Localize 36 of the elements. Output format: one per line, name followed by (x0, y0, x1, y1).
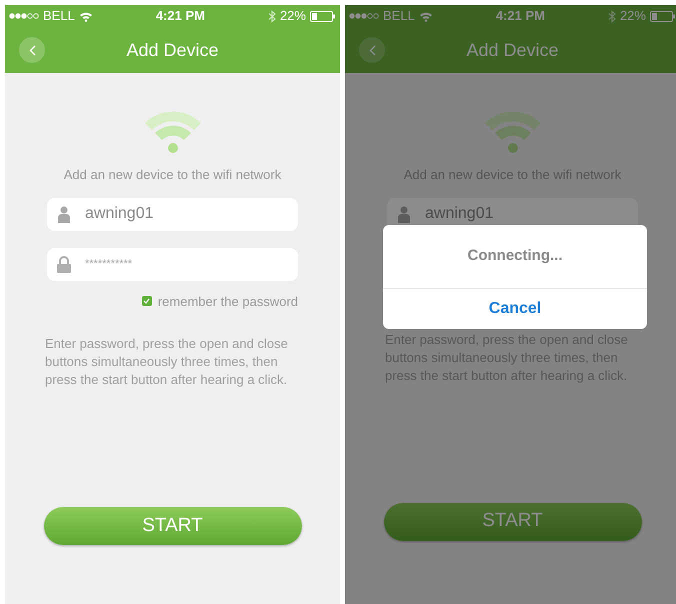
battery-icon (310, 10, 336, 22)
battery-percent: 22% (620, 7, 646, 26)
chevron-left-icon (368, 44, 376, 56)
status-time: 4:21 PM (156, 7, 205, 26)
field-value: awning01 (425, 204, 494, 224)
cancel-button[interactable]: Cancel (383, 289, 647, 329)
field-value: *********** (85, 256, 132, 272)
wifi-icon (418, 10, 433, 22)
start-button[interactable]: START (384, 502, 642, 540)
person-icon (57, 206, 71, 222)
intro-text: Add an new device to the wifi network (64, 166, 282, 184)
dialog-message: Connecting... (466, 246, 564, 266)
bluetooth-icon (268, 10, 276, 22)
back-button[interactable] (19, 37, 45, 63)
carrier-name: BELL (43, 7, 75, 26)
bluetooth-icon (608, 10, 616, 22)
signal-icon (9, 13, 39, 19)
page-title: Add Device (126, 38, 219, 62)
lock-icon (57, 256, 71, 272)
signal-icon (349, 13, 379, 19)
carrier-name: BELL (383, 7, 415, 26)
back-button[interactable] (359, 37, 385, 63)
field-value: awning01 (85, 204, 154, 224)
battery-percent: 22% (280, 7, 306, 26)
instructions-text: Enter password, press the open and close buttons simultaneously three times, then press the start button after hearing a click. (44, 335, 289, 389)
chevron-left-icon (28, 44, 36, 56)
status-time: 4:21 PM (496, 7, 545, 26)
remember-label: remember the password (158, 292, 298, 311)
person-icon (397, 206, 411, 222)
remember-checkbox[interactable] (142, 296, 152, 306)
input-field[interactable]: *********** (47, 248, 298, 280)
page-title: Add Device (466, 38, 559, 62)
wifi-icon (78, 10, 93, 22)
input-field[interactable]: awning01 (47, 198, 298, 230)
start-button[interactable]: START (44, 507, 302, 545)
battery-icon (650, 10, 676, 22)
